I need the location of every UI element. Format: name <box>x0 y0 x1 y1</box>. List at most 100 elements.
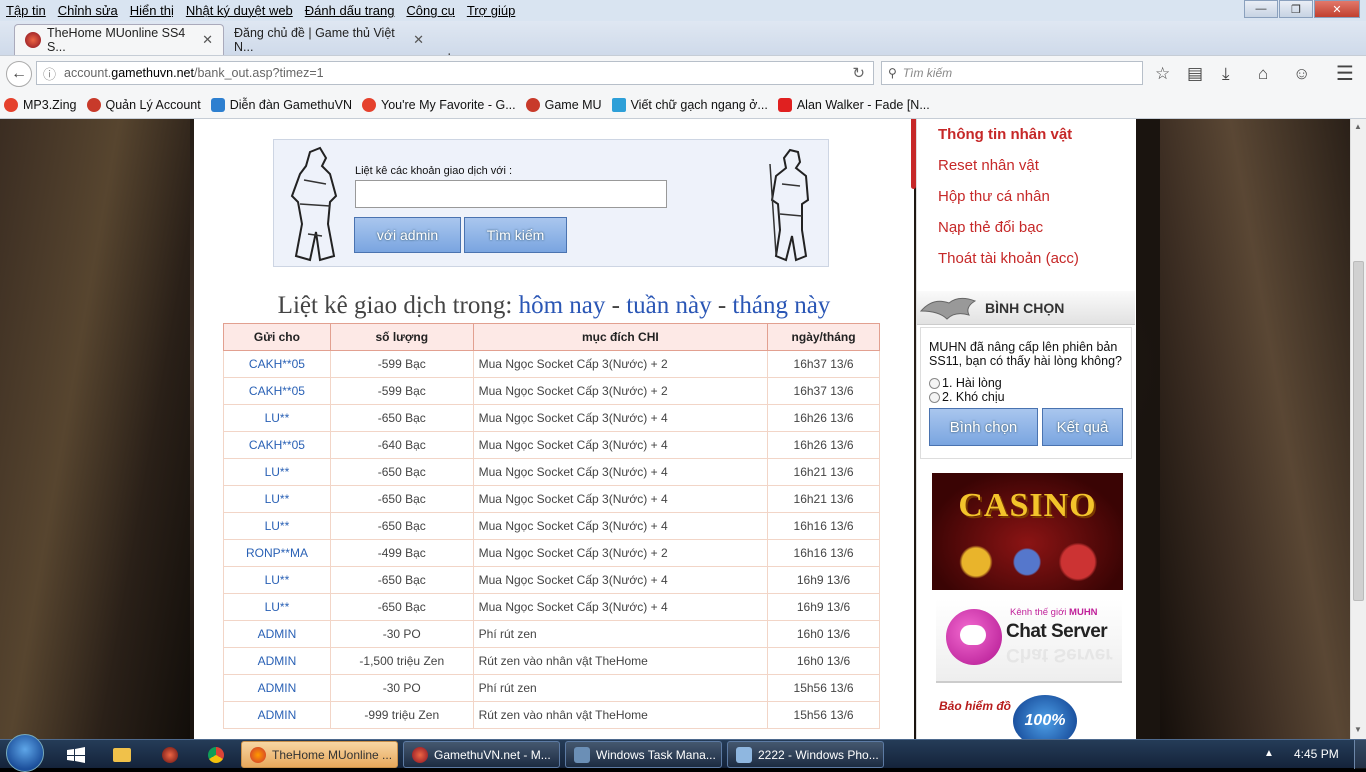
menu-reset-character[interactable]: Reset nhân vật <box>917 150 1137 181</box>
bookmark-viet-chu[interactable]: Viết chữ gạch ngang ở... <box>611 97 768 112</box>
guarantee-seal-text: 100% <box>1024 712 1066 729</box>
cell-recipient[interactable]: CAKH**05 <box>223 350 331 378</box>
bookmark-quan-ly-account[interactable]: Quản Lý Account <box>86 97 201 112</box>
scroll-up-icon[interactable]: ▲ <box>1354 122 1362 131</box>
show-desktop-button[interactable] <box>1354 740 1366 769</box>
bookmark-alan-walker[interactable]: Alan Walker - Fade [N... <box>777 97 930 112</box>
cell-recipient[interactable]: LU** <box>223 593 331 621</box>
chrome-pin-icon[interactable] <box>198 743 234 767</box>
table-header-row: Gửi cho số lượng mục đích CHI ngày/tháng <box>223 323 880 351</box>
close-window-button[interactable]: ✕ <box>1314 0 1360 18</box>
radio-icon[interactable] <box>929 377 940 389</box>
cell-recipient[interactable]: LU** <box>223 485 331 513</box>
tray-expand-icon[interactable]: ▲ <box>1264 748 1274 759</box>
menu-tools[interactable]: Công cụ <box>406 3 454 18</box>
cell-recipient[interactable]: LU** <box>223 404 331 432</box>
radio-icon[interactable] <box>929 391 940 403</box>
page-scrollbar[interactable]: ▲ ▼ <box>1350 119 1366 739</box>
menu-view[interactable]: Hiển thị <box>130 3 174 18</box>
windows-explorer-pin-icon[interactable] <box>58 743 94 767</box>
taskbar-photo-viewer[interactable]: 2222 - Windows Pho... <box>727 741 884 768</box>
cell-date: 16h37 13/6 <box>767 350 880 378</box>
tab-thehome[interactable]: TheHome MUonline SS4 S... ✕ <box>14 24 224 55</box>
menu-history[interactable]: Nhật ký duyệt web <box>186 3 293 18</box>
table-row: LU** -650 Bạc Mua Ngọc Socket Cấp 3(Nước) … <box>223 458 880 486</box>
insurance-banner[interactable]: Bảo hiểm đồ 100% <box>937 693 1123 739</box>
poll-box: MUHN đã nâng cấp lên phiên bản SS11, bạn… <box>920 327 1132 459</box>
poll-option-1[interactable]: 1. Hài lòng <box>929 376 1002 390</box>
col-header-amount: số lượng <box>329 323 474 351</box>
cell-recipient[interactable]: CAKH**05 <box>223 431 331 459</box>
start-button[interactable] <box>6 734 44 772</box>
bookmark-label: You're My Favorite - G... <box>381 97 516 112</box>
reading-list-icon[interactable]: ▤ <box>1187 64 1203 84</box>
cell-date: 16h0 13/6 <box>767 620 880 648</box>
cell-recipient[interactable]: ADMIN <box>223 674 331 702</box>
menu-file[interactable]: Tập tin <box>6 3 46 18</box>
hamburger-menu-icon[interactable]: ☰ <box>1336 61 1354 86</box>
menu-edit[interactable]: Chỉnh sửa <box>58 3 118 18</box>
cell-date: 16h0 13/6 <box>767 647 880 675</box>
folder-pin-icon[interactable] <box>104 743 140 767</box>
cell-purpose: Mua Ngọc Socket Cấp 3(Nước) + 4 <box>472 458 769 486</box>
menu-logout[interactable]: Thoát tài khoản (acc) <box>917 243 1137 274</box>
vote-button[interactable]: Bình chọn <box>929 408 1038 446</box>
url-path: /bank_out.asp?timez=1 <box>193 66 324 80</box>
filter-today-link[interactable]: hôm nay <box>519 292 606 319</box>
back-arrow-icon[interactable]: ← <box>6 61 32 87</box>
account-search-input[interactable] <box>355 180 667 208</box>
cell-amount: -650 Bạc <box>329 404 474 432</box>
menu-inbox[interactable]: Hộp thư cá nhân <box>917 181 1137 212</box>
scroll-down-icon[interactable]: ▼ <box>1354 725 1362 734</box>
filter-month-link[interactable]: tháng này <box>732 292 830 319</box>
cell-recipient[interactable]: RONP**MA <box>223 539 331 567</box>
cell-recipient[interactable]: ADMIN <box>223 620 331 648</box>
chat-server-banner[interactable]: Kênh thế giới MUHN Chat Server Chat Serv… <box>936 599 1122 683</box>
cell-recipient[interactable]: ADMIN <box>223 701 331 729</box>
search-input[interactable]: ⚲ Tìm kiếm <box>881 61 1143 85</box>
poll-question: MUHN đã nâng cấp lên phiên bản SS11, bạn… <box>929 340 1122 368</box>
bookmark-mp3zing[interactable]: MP3.Zing <box>4 97 77 112</box>
cell-recipient[interactable]: LU** <box>223 512 331 540</box>
cell-recipient[interactable]: LU** <box>223 458 331 486</box>
cell-amount: -650 Bạc <box>329 512 474 540</box>
with-admin-button[interactable]: với admin <box>354 217 461 253</box>
taskbar-firefox[interactable]: TheHome MUonline ... <box>241 741 398 768</box>
info-icon[interactable]: ⓘ <box>43 64 56 83</box>
menu-character-info[interactable]: Thông tin nhân vật <box>917 119 1137 150</box>
poll-option-2[interactable]: 2. Khó chịu <box>929 390 1005 404</box>
table-row: RONP**MA -499 Bạc Mua Ngọc Socket Cấp 3(Nư… <box>223 539 880 567</box>
bookmark-game-mu[interactable]: Game MU <box>525 97 602 112</box>
search-button[interactable]: Tìm kiếm <box>464 217 567 253</box>
bookmark-star-icon[interactable]: ☆ <box>1155 64 1170 84</box>
chat-bubble-icon[interactable]: ☺ <box>1293 64 1310 84</box>
bookmark-dien-dan[interactable]: Diễn đàn GamethuVN <box>210 97 352 112</box>
clock[interactable]: 4:45 PM <box>1294 747 1339 761</box>
tab-gamethuvn[interactable]: Đăng chủ đề | Game thủ Việt N... ✕ <box>224 24 434 55</box>
bookmark-youre-my-favorite[interactable]: You're My Favorite - G... <box>362 97 516 112</box>
close-tab-icon[interactable]: ✕ <box>413 32 424 48</box>
reload-icon[interactable]: ↻ <box>852 64 865 82</box>
filter-week-link[interactable]: tuần này <box>626 292 711 319</box>
active-menu-indicator <box>911 119 916 189</box>
game-pin-icon[interactable] <box>152 743 188 767</box>
menu-bookmarks[interactable]: Đánh dấu trang <box>305 3 395 18</box>
scrollbar-thumb[interactable] <box>1353 261 1364 601</box>
menu-topup[interactable]: Nạp thẻ đổi bạc <box>917 212 1137 243</box>
taskbar-task-manager[interactable]: Windows Task Mana... <box>565 741 722 768</box>
casino-banner[interactable]: CASINO <box>932 473 1123 590</box>
cell-recipient[interactable]: ADMIN <box>223 647 331 675</box>
background-art-left <box>0 119 190 739</box>
address-bar[interactable]: ⓘ account. gamethuvn.net/bank_out.asp?tim… <box>36 61 874 85</box>
download-icon[interactable]: ⤓ <box>1222 64 1230 84</box>
home-icon[interactable]: ⌂ <box>1258 64 1268 84</box>
taskbar-gamethuvn[interactable]: GamethuVN.net - M... <box>403 741 560 768</box>
close-tab-icon[interactable]: ✕ <box>202 32 213 48</box>
menu-help[interactable]: Trợ giúp <box>467 3 516 18</box>
result-button[interactable]: Kết quả <box>1042 408 1123 446</box>
minimize-button[interactable]: — <box>1244 0 1278 18</box>
cell-recipient[interactable]: LU** <box>223 566 331 594</box>
cell-recipient[interactable]: CAKH**05 <box>223 377 331 405</box>
restore-button[interactable]: ❐ <box>1279 0 1313 18</box>
window-controls: — ❐ ✕ <box>1243 0 1360 18</box>
